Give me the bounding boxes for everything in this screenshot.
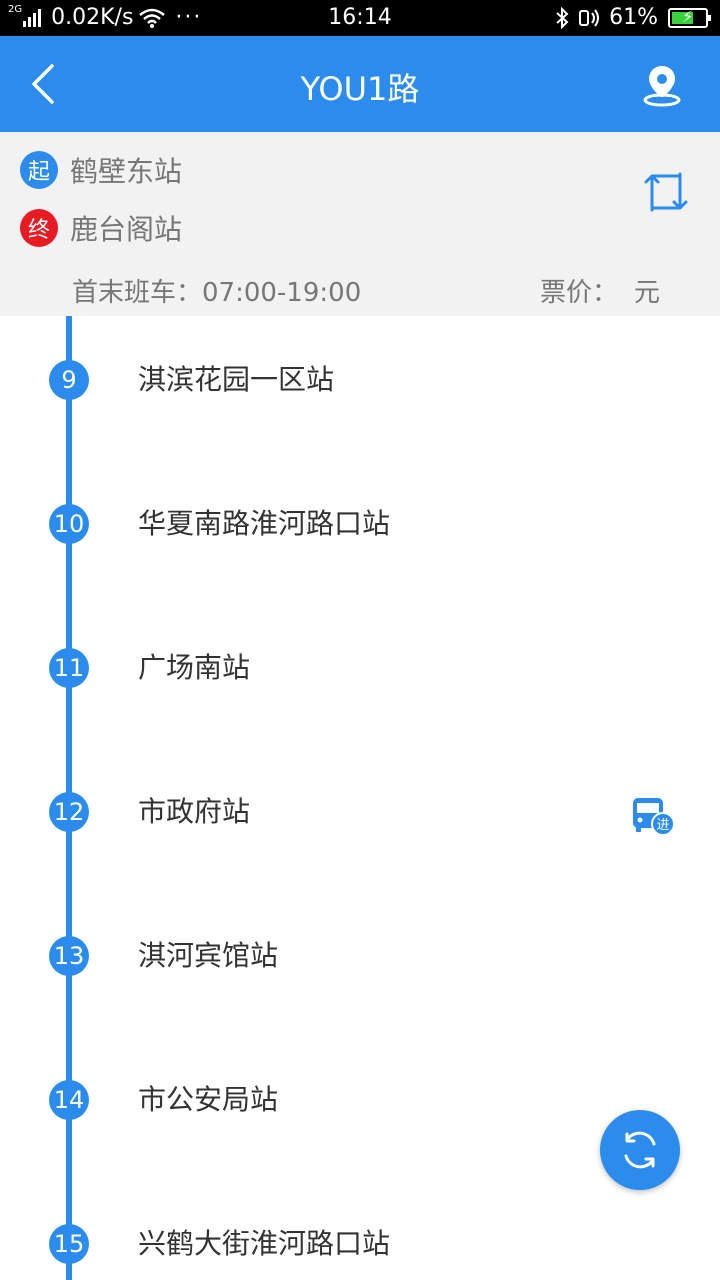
bus-arriving-tag: 进 xyxy=(656,818,669,833)
stop-name: 兴鹤大街淮河路口站 xyxy=(138,1227,391,1260)
signal-icon xyxy=(23,8,43,27)
origin-tag: 起 xyxy=(20,151,58,189)
status-left: 2G 0.02K/s ··· xyxy=(8,4,203,30)
stop-number: 12 xyxy=(49,792,89,832)
battery-icon: ⚡ xyxy=(668,7,711,28)
stop-number: 14 xyxy=(49,1080,89,1120)
stop-item[interactable]: 13 淇河宾馆站 xyxy=(0,892,720,1036)
stop-number: 15 xyxy=(49,1224,89,1264)
battery-percent: 61% xyxy=(609,5,658,30)
status-bar: 2G 0.02K/s ··· 16:14 61% ⚡ xyxy=(0,0,720,36)
origin-row: 起 鹤壁东站 xyxy=(20,150,182,190)
stop-number: 13 xyxy=(49,936,89,976)
refresh-icon xyxy=(624,1131,656,1169)
stop-name: 华夏南路淮河路口站 xyxy=(138,507,391,540)
network-type: 2G xyxy=(8,4,23,15)
destination-row: 终 鹿台阁站 xyxy=(20,208,182,248)
stop-name: 市公安局站 xyxy=(138,1083,279,1116)
stop-name: 广场南站 xyxy=(138,651,251,684)
status-right: 61% ⚡ xyxy=(555,5,711,30)
destination-stop-name: 鹿台阁站 xyxy=(70,213,183,246)
stop-number: 9 xyxy=(49,360,89,400)
stop-name: 淇河宾馆站 xyxy=(138,939,279,972)
origin-stop-name: 鹤壁东站 xyxy=(70,155,183,188)
network-speed: 0.02K/s xyxy=(51,5,134,30)
stop-item[interactable]: 11 广场南站 xyxy=(0,604,720,748)
stop-number: 10 xyxy=(49,504,89,544)
stop-item[interactable]: 10 华夏南路淮河路口站 xyxy=(0,460,720,604)
swap-arrows-icon xyxy=(644,172,688,212)
fare-info: 票价： 元 xyxy=(540,272,660,309)
stop-item[interactable]: 9 淇滨花园一区站 xyxy=(0,316,720,460)
bluetooth-icon xyxy=(556,6,569,29)
page-title: YOU1路 xyxy=(300,70,420,108)
refresh-button[interactable] xyxy=(600,1110,680,1190)
more-icon: ··· xyxy=(175,5,203,30)
stop-name: 淇滨花园一区站 xyxy=(138,363,335,396)
nfc-icon xyxy=(579,8,600,27)
map-button[interactable] xyxy=(640,62,684,108)
bus-arriving-icon[interactable]: 进 xyxy=(630,796,676,838)
fare-value: 元 xyxy=(633,278,660,308)
stop-item[interactable]: 12 市政府站 进 xyxy=(0,748,720,892)
wifi-icon xyxy=(139,8,166,28)
fare-label: 票价： xyxy=(539,278,618,308)
stop-number: 11 xyxy=(49,648,89,688)
stop-item[interactable]: 15 兴鹤大街淮河路口站 xyxy=(0,1180,720,1280)
route-info-panel: 起 鹤壁东站 终 鹿台阁站 首末班车：07:00-19:00 票价： 元 xyxy=(0,132,720,316)
destination-tag: 终 xyxy=(20,209,58,247)
app-header: YOU1路 xyxy=(0,36,720,132)
swap-direction-button[interactable] xyxy=(642,170,690,214)
stop-name: 市政府站 xyxy=(138,795,251,828)
service-hours: 首末班车：07:00-19:00 xyxy=(72,278,362,308)
location-pin-icon xyxy=(643,66,681,107)
